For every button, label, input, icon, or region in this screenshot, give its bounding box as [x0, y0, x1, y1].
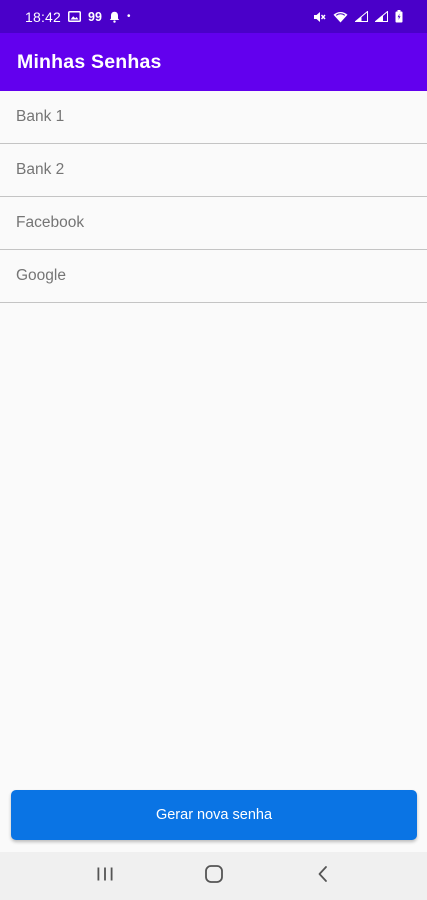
signal-icon	[355, 11, 368, 22]
list-item-label: Google	[16, 267, 66, 284]
mute-icon	[313, 11, 326, 23]
list-item[interactable]: Google	[0, 250, 427, 303]
list-item[interactable]: Bank 2	[0, 144, 427, 197]
generate-password-button[interactable]: Gerar nova senha	[11, 790, 417, 840]
wifi-icon	[333, 11, 348, 23]
status-bar-right	[313, 10, 403, 23]
page-title: Minhas Senhas	[17, 50, 162, 73]
app-bar: Minhas Senhas	[0, 33, 427, 91]
image-icon	[68, 11, 82, 22]
list-item[interactable]: Bank 1	[0, 91, 427, 144]
notification-count: 99	[88, 9, 102, 24]
list-item-label: Bank 2	[16, 161, 65, 178]
status-bar: 18:42 99 •	[0, 0, 427, 33]
password-list: Bank 1 Bank 2 Facebook Google	[0, 91, 427, 303]
home-icon	[204, 864, 224, 889]
back-button[interactable]	[303, 856, 343, 896]
screen: 18:42 99 • Minhas Senhas Bank 1 Bank 2 F…	[0, 0, 427, 900]
home-button[interactable]	[194, 856, 234, 896]
list-item[interactable]: Facebook	[0, 197, 427, 250]
status-time: 18:42	[25, 8, 62, 25]
list-item-label: Facebook	[16, 214, 85, 231]
list-item-label: Bank 1	[16, 108, 65, 125]
status-bar-left: 18:42 99 •	[25, 9, 130, 25]
navigation-bar	[0, 852, 427, 900]
recents-button[interactable]	[85, 856, 125, 896]
battery-icon	[395, 10, 403, 23]
bell-icon	[109, 11, 120, 23]
notification-dot: •	[126, 11, 131, 22]
recents-icon	[96, 866, 114, 887]
back-icon	[316, 865, 330, 888]
signal-icon-2	[375, 11, 388, 22]
